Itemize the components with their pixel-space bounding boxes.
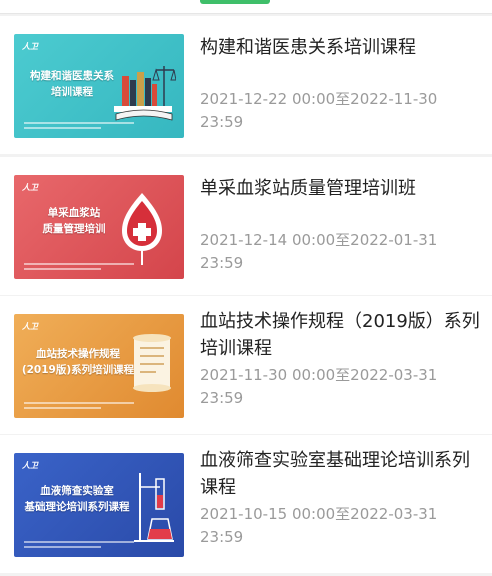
publisher-logo: 人卫 xyxy=(22,42,38,51)
course-card[interactable]: 人卫 血站技术操作规程 (2019版)系列培训课程 血站技术操作规程（2019版）… xyxy=(0,296,492,434)
thumbnail-title: 血站技术操作规程 (2019版)系列培训课程 xyxy=(21,348,135,376)
publisher-logo: 人卫 xyxy=(22,322,38,331)
course-card[interactable]: 人卫 构建和谐医患关系 培训课程 构建和谐医患关系培训课程 2021-12-22 … xyxy=(0,16,492,154)
thumbnail-fine-print xyxy=(24,402,134,412)
thumbnail-title: 构建和谐医患关系 培训课程 xyxy=(30,70,114,98)
thumbnail-title: 单采血浆站 质量管理培训 xyxy=(42,207,106,235)
course-card[interactable]: 人卫 血液筛查实验室 基础理论培训系列课程 血液筛查实验室基础理论培训系列课程 2… xyxy=(0,435,492,573)
blood-bag-icon xyxy=(122,193,162,265)
accent-bar xyxy=(200,0,270,4)
course-thumbnail[interactable]: 人卫 单采血浆站 质量管理培训 xyxy=(14,175,184,279)
course-date-range: 2021-11-30 00:00至2022-03-31 23:59 xyxy=(200,366,438,407)
course-thumbnail[interactable]: 人卫 血站技术操作规程 (2019版)系列培训课程 xyxy=(14,314,184,418)
course-title[interactable]: 构建和谐医患关系培训课程 xyxy=(200,34,482,61)
thumbnail-fine-print xyxy=(24,541,134,551)
books-scale-icon xyxy=(114,66,176,121)
course-title[interactable]: 血站技术操作规程（2019版）系列培训课程 xyxy=(200,308,482,362)
lab-equipment-icon xyxy=(134,473,174,542)
course-date-range: 2021-12-14 00:00至2022-01-31 23:59 xyxy=(200,231,438,272)
course-date-range: 2021-10-15 00:00至2022-03-31 23:59 xyxy=(200,505,438,546)
thumbnail-fine-print xyxy=(24,122,134,132)
thumbnail-title: 血液筛查实验室 基础理论培训系列课程 xyxy=(24,485,130,513)
publisher-logo: 人卫 xyxy=(22,183,38,192)
course-thumbnail[interactable]: 人卫 构建和谐医患关系 培训课程 xyxy=(14,34,184,138)
course-date-range: 2021-12-22 00:00至2022-11-30 23:59 xyxy=(200,90,438,131)
thumbnail-fine-print xyxy=(24,263,134,273)
previous-card-edge xyxy=(0,0,492,14)
scroll-icon xyxy=(133,334,171,392)
publisher-logo: 人卫 xyxy=(22,461,38,470)
course-title[interactable]: 单采血浆站质量管理培训班 xyxy=(200,175,482,202)
course-title[interactable]: 血液筛查实验室基础理论培训系列课程 xyxy=(200,447,482,501)
course-card[interactable]: 人卫 单采血浆站 质量管理培训 单采血浆站质量管理培训班 2021-12-14 0… xyxy=(0,157,492,295)
course-thumbnail[interactable]: 人卫 血液筛查实验室 基础理论培训系列课程 xyxy=(14,453,184,557)
